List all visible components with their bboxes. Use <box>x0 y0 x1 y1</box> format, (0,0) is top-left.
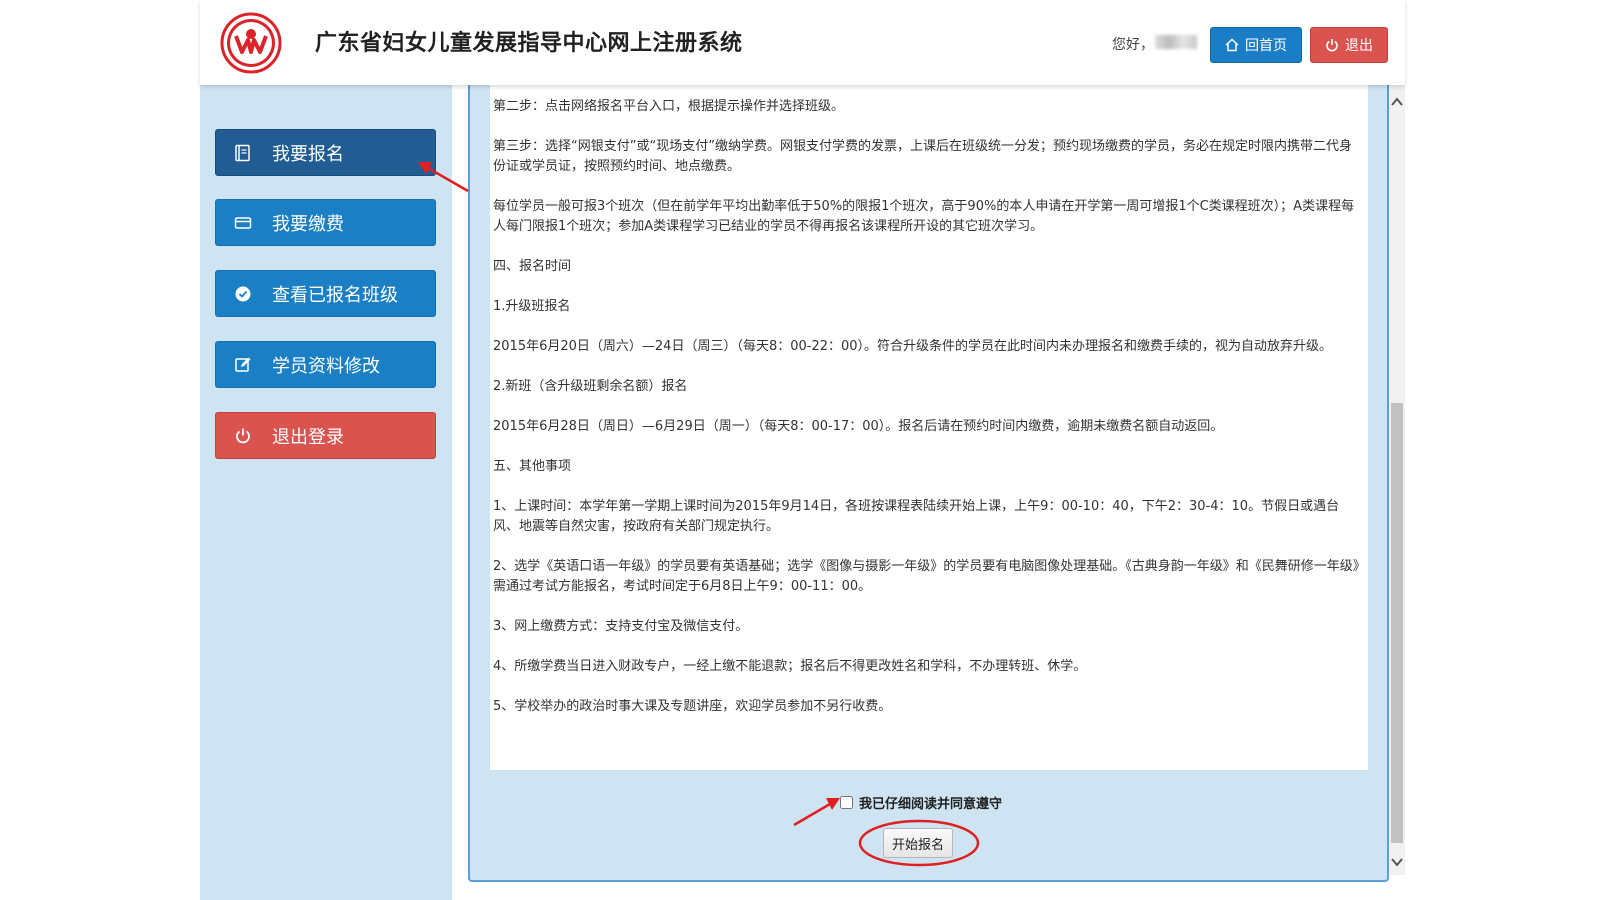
notice-paragraph: 5、学校举办的政治时事大课及专题讲座，欢迎学员参加不另行收费。 <box>493 699 892 714</box>
notice-paragraph: 4、所缴学费当日进入财政专户，一经上缴不能退款；报名后不得更改姓名和学科，不办理… <box>493 659 1087 674</box>
sidebar-item-registered-classes[interactable]: 查看已报名班级 <box>215 270 436 317</box>
agree-label: 我已仔细阅读并同意遵守 <box>859 797 1003 812</box>
sidebar-item-logout[interactable]: 退出登录 <box>215 412 436 459</box>
power-icon <box>234 427 252 445</box>
notice-paragraph: 每位学员一般可报3个班次（但在前学年平均出勤率低于50%的限报1个班次，高于90… <box>493 199 1355 234</box>
book-icon <box>234 144 252 162</box>
agree-checkbox-row[interactable]: 我已仔细阅读并同意遵守 <box>840 793 1002 812</box>
notice-paragraph: 五、其他事项 <box>493 459 572 474</box>
home-button-label: 回首页 <box>1245 38 1287 54</box>
site-title: 广东省妇女儿童发展指导中心网上注册系统 <box>315 31 743 56</box>
sidebar-item-label: 查看已报名班级 <box>272 284 398 306</box>
scroll-down-icon[interactable] <box>1389 853 1405 871</box>
power-icon <box>1326 39 1338 52</box>
sidebar-item-label: 我要报名 <box>272 143 344 165</box>
logout-button-label: 退出 <box>1345 38 1373 54</box>
notice-paragraph: 2.新班（含升级班剩余名额）报名 <box>493 379 688 394</box>
notice-content[interactable]: 第二步：点击网络报名平台入口，根据提示操作并选择班级。 第三步：选择“网银支付”… <box>490 85 1368 770</box>
home-icon <box>1225 38 1239 52</box>
page-scrollbar[interactable] <box>1389 85 1405 875</box>
sidebar: 我要报名 我要缴费 查看已报名班级 学员资料修改 退出登录 <box>200 85 452 900</box>
notice-paragraph: 3、网上缴费方式：支持支付宝及微信支付。 <box>493 619 749 634</box>
sidebar-item-label: 学员资料修改 <box>272 355 380 377</box>
notice-paragraph: 2、选学《英语口语一年级》的学员要有英语基础；选学《图像与摄影一年级》的学员要有… <box>493 559 1360 594</box>
agree-checkbox[interactable] <box>840 796 853 809</box>
logo-icon <box>220 12 282 74</box>
username-redacted <box>1155 35 1197 49</box>
start-registration-button[interactable]: 开始报名 <box>883 828 953 858</box>
home-button[interactable]: 回首页 <box>1210 27 1302 63</box>
sidebar-item-register[interactable]: 我要报名 <box>215 129 436 176</box>
sidebar-item-label: 退出登录 <box>272 426 344 448</box>
check-circle-icon <box>234 285 252 303</box>
notice-paragraph: 第二步：点击网络报名平台入口，根据提示操作并选择班级。 <box>493 99 845 114</box>
sidebar-item-payment[interactable]: 我要缴费 <box>215 199 436 246</box>
scroll-up-icon[interactable] <box>1389 93 1405 111</box>
notice-paragraph: 1、上课时间：本学年第一学期上课时间为2015年9月14日，各班按课程表陆续开始… <box>493 499 1340 534</box>
scroll-thumb[interactable] <box>1391 403 1403 843</box>
header: 广东省妇女儿童发展指导中心网上注册系统 您好， 回首页 退出 <box>200 0 1405 85</box>
sidebar-item-edit-profile[interactable]: 学员资料修改 <box>215 341 436 388</box>
logout-button[interactable]: 退出 <box>1310 27 1388 63</box>
edit-icon <box>234 356 252 374</box>
notice-paragraph: 2015年6月28日（周日）—6月29日（周一）（每天8：00-17：00）。报… <box>493 419 1224 434</box>
notice-paragraph: 四、报名时间 <box>493 259 572 274</box>
notice-paragraph: 第三步：选择“网银支付”或“现场支付”缴纳学费。网银支付学费的发票，上课后在班级… <box>493 139 1352 174</box>
greeting-text: 您好， <box>1112 37 1154 53</box>
app: 广东省妇女儿童发展指导中心网上注册系统 您好， 回首页 退出 我要报名 我要缴费 <box>200 0 1405 900</box>
card-icon <box>234 214 252 232</box>
notice-paragraph: 1.升级班报名 <box>493 299 571 314</box>
notice-paragraph: 2015年6月20日（周六）—24日（周三）（每天8：00-22：00）。符合升… <box>493 339 1333 354</box>
sidebar-item-label: 我要缴费 <box>272 213 344 235</box>
